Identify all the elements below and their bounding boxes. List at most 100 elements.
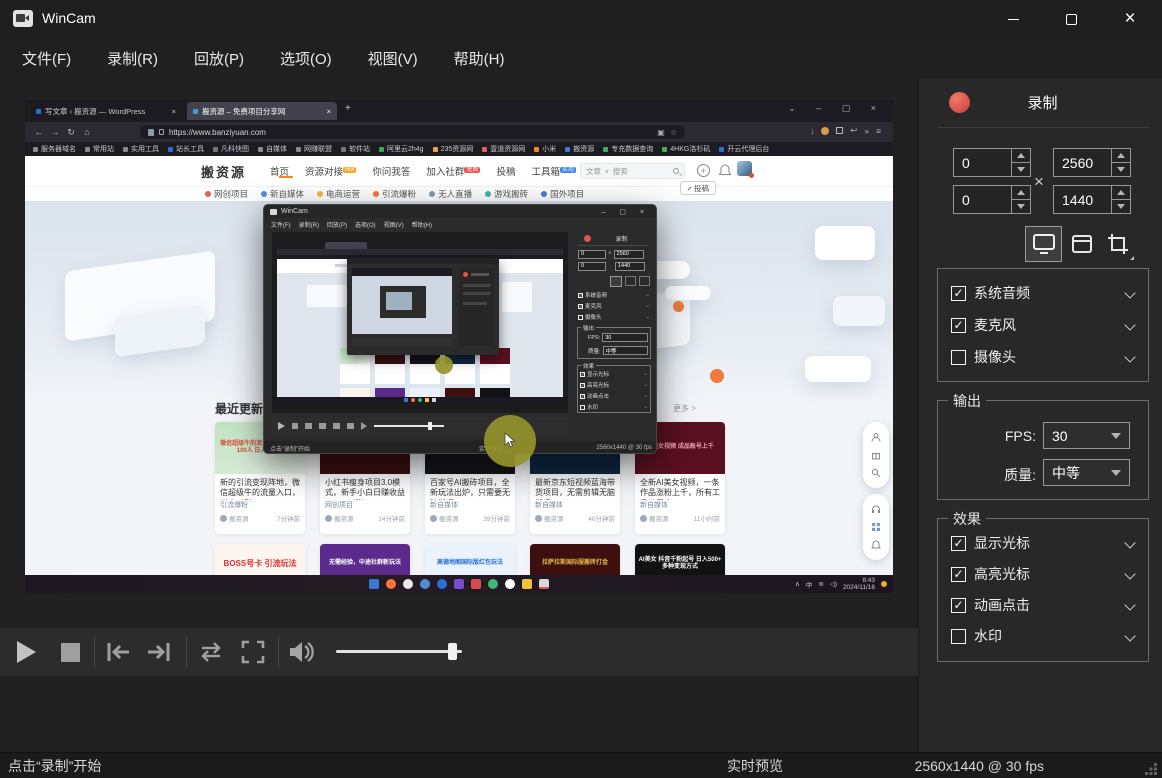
quality-select[interactable]: 中等 [1043, 459, 1130, 486]
source-system-audio[interactable]: ✓ 系统音频 [951, 281, 1140, 305]
hero-orange-dot [710, 369, 724, 383]
checkbox-checked[interactable]: ✓ [951, 286, 966, 301]
effect-watermark[interactable]: 水印 [951, 624, 1140, 648]
capture-mode-region-button[interactable] [1102, 228, 1134, 260]
skip-to-end-button[interactable] [143, 628, 175, 676]
source-microphone[interactable]: ✓ 麦克风 [951, 313, 1140, 337]
bookmark-item: 搬资源 [565, 144, 594, 154]
taskbar-qq-icon [403, 579, 413, 589]
menu-file[interactable]: 文件(F) [16, 44, 77, 73]
menu-bar: 文件(F) 录制(R) 回放(P) 选项(O) 视图(V) 帮助(H) [0, 38, 1162, 78]
loop-button[interactable] [194, 628, 228, 676]
active-menu-underline [279, 176, 293, 178]
maximize-icon [1066, 14, 1077, 25]
dropdown-arrow-icon [1111, 470, 1121, 476]
bookmarks-bar: 服务器域名 常用站 实用工具 站长工具 凡科快图 自媒体 网赚联盟 软件站 阿里… [25, 142, 893, 156]
mini-volume-icon [361, 422, 367, 430]
effect-highlight-cursor[interactable]: ✓ 高亮光标 [951, 562, 1140, 586]
browser-tab-bar: 写文章 ‹ 搬资源 — WordPress × 搬资源 – 免费项目分享网 × … [25, 100, 893, 122]
spin-down-icon[interactable] [1012, 162, 1030, 176]
spin-down-icon[interactable] [1112, 199, 1130, 213]
menu-playback[interactable]: 回放(P) [188, 44, 250, 73]
sources-group: ✓ 系统音频 ✓ 麦克风 摄像头 [937, 268, 1149, 382]
effect-show-cursor[interactable]: ✓ 显示光标 [951, 531, 1140, 555]
capture-height-value[interactable]: 1440 [1054, 186, 1111, 213]
effect-animate-clicks[interactable]: ✓ 动画点击 [951, 593, 1140, 617]
menu-options[interactable]: 选项(O) [274, 44, 338, 73]
subnav-item: 电商运营 [317, 188, 360, 200]
spin-up-icon[interactable] [1012, 149, 1030, 162]
spin-up-icon[interactable] [1112, 186, 1130, 199]
capture-height-spinner[interactable]: 1440 [1053, 185, 1131, 214]
card-title: 最新京东短视频蓝海带货项目，无需剪辑无脑搬运，… [530, 474, 620, 500]
bookmark-item: 自媒体 [258, 144, 287, 154]
play-button[interactable] [10, 628, 42, 676]
status-hint: 点击“录制”开始 [8, 756, 101, 776]
chevron-down-icon[interactable] [1124, 568, 1135, 579]
fullscreen-button[interactable] [236, 628, 270, 676]
close-button[interactable]: × [1107, 2, 1153, 36]
volume-button[interactable] [286, 628, 320, 676]
play-icon [15, 639, 37, 665]
app-icon-camera-lens [25, 15, 29, 21]
record-button[interactable]: 录制 [919, 78, 1162, 127]
free-badge: 免费 [464, 167, 480, 173]
resize-grip[interactable] [1145, 763, 1148, 766]
mini-menubar: 文件(F)录制(R)回放(P)选项(O)视图(V)帮助(H) [264, 218, 656, 230]
checkbox-checked[interactable]: ✓ [951, 567, 966, 582]
dropdown-arrow-icon [1111, 433, 1121, 439]
source-webcam[interactable]: 摄像头 [951, 345, 1140, 369]
times-symbol: × [1034, 172, 1044, 192]
divider [937, 127, 1149, 128]
chevron-down-icon[interactable] [1124, 537, 1135, 548]
spin-up-icon[interactable] [1012, 186, 1030, 199]
checkbox-unchecked[interactable] [951, 350, 966, 365]
fps-select[interactable]: 30 [1043, 422, 1130, 449]
quality-label: 质量: [938, 465, 1036, 485]
capture-x-spinner[interactable]: 0 [953, 148, 1031, 177]
spin-down-icon[interactable] [1112, 162, 1130, 176]
skip-to-start-button[interactable] [102, 628, 134, 676]
card-meta: 搬资源14分钟前 [320, 510, 410, 526]
chevron-down-icon[interactable] [1124, 319, 1135, 330]
spin-down-icon[interactable] [1012, 199, 1030, 213]
capture-x-value[interactable]: 0 [954, 149, 1011, 176]
url-text: https://www.banziyuan.com [169, 128, 652, 137]
maximize-button[interactable] [1048, 2, 1094, 36]
card-title: 新的引流变现阵地，微信超级牛的流量入口，半小时引… [215, 474, 305, 500]
volume-slider[interactable] [336, 650, 462, 653]
grid-icon [871, 522, 881, 532]
volume-slider-handle[interactable] [448, 643, 457, 660]
capture-y-spinner[interactable]: 0 [953, 185, 1031, 214]
dropdown-caret-icon [1130, 252, 1134, 260]
capture-mode-monitor-button[interactable] [1025, 226, 1062, 262]
record-dot-icon [949, 92, 970, 113]
effect-label: 显示光标 [974, 533, 1118, 553]
stop-button[interactable] [54, 628, 86, 676]
chevron-down-icon[interactable] [1124, 287, 1135, 298]
tray-notification-icon [881, 581, 887, 587]
capture-y-value[interactable]: 0 [954, 186, 1011, 213]
menu-record[interactable]: 录制(R) [101, 44, 164, 73]
mini-window-mode [625, 276, 636, 286]
chevron-down-icon[interactable] [1124, 630, 1135, 641]
effects-group-label: 效果 [948, 509, 986, 529]
chevron-down-icon[interactable] [1124, 599, 1135, 610]
menu-view[interactable]: 视图(V) [362, 44, 424, 73]
checkbox-checked[interactable]: ✓ [951, 598, 966, 613]
capture-mode-window-button[interactable] [1067, 230, 1097, 258]
nested-wincam-window: WinCam – ▢ × 文件(F)录制(R)回放(P)选项(O)视图(V)帮助… [263, 204, 657, 454]
stop-icon [61, 643, 80, 662]
checkbox-checked[interactable]: ✓ [951, 536, 966, 551]
capture-width-value[interactable]: 2560 [1054, 149, 1111, 176]
tray-wifi-icon: ≋ [818, 580, 823, 588]
minimize-button[interactable] [990, 2, 1036, 36]
checkbox-unchecked[interactable] [951, 629, 966, 644]
checkbox-checked[interactable]: ✓ [951, 318, 966, 333]
new-tab-icon: + [345, 103, 351, 114]
spin-up-icon[interactable] [1112, 149, 1130, 162]
site-menu-duijie: 资源对接Hot [305, 164, 356, 178]
capture-width-spinner[interactable]: 2560 [1053, 148, 1131, 177]
menu-help[interactable]: 帮助(H) [448, 44, 511, 73]
chevron-down-icon[interactable] [1124, 351, 1135, 362]
